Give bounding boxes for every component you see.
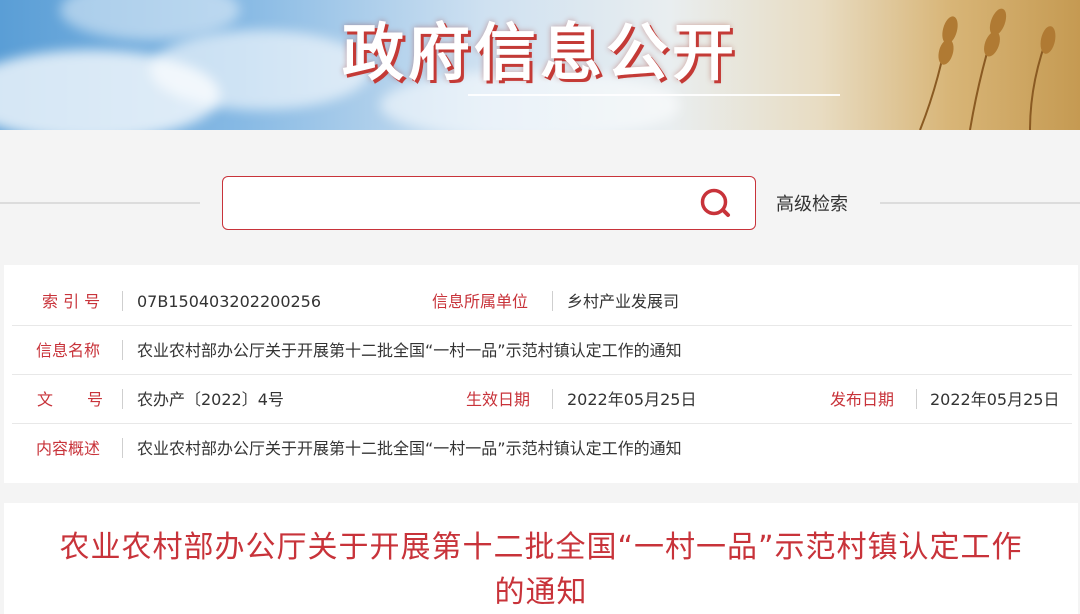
- search-icon[interactable]: [697, 186, 737, 222]
- summary-value: 农业农村部办公厅关于开展第十二批全国“一村一品”示范村镇认定工作的通知: [137, 439, 682, 458]
- docnum-label-part1: 文: [37, 390, 54, 409]
- divider: [916, 389, 917, 409]
- divider: [0, 202, 200, 204]
- divider: [122, 340, 123, 360]
- search-input[interactable]: [233, 185, 693, 221]
- divider: [552, 389, 553, 409]
- divider: [122, 291, 123, 311]
- publish-date-label: 发布日期: [830, 390, 895, 409]
- name-value: 农业农村部办公厅关于开展第十二批全国“一村一品”示范村镇认定工作的通知: [137, 341, 682, 360]
- meta-row-name: 信息名称 农业农村部办公厅关于开展第十二批全国“一村一品”示范村镇认定工作的通知: [12, 326, 1072, 375]
- divider: [880, 202, 1080, 204]
- info-metadata-table: 索 引 号 07B150403202200256 信息所属单位 乡村产业发展司 …: [4, 265, 1078, 483]
- docnum-value: 农办产〔2022〕4号: [137, 390, 284, 409]
- search-box: [222, 176, 756, 230]
- header-banner: 政府信息公开: [0, 0, 1080, 130]
- unit-value: 乡村产业发展司: [567, 292, 680, 311]
- banner-title: 政府信息公开: [341, 16, 738, 89]
- effective-date-value: 2022年05月25日: [567, 390, 697, 409]
- divider: [122, 438, 123, 458]
- meta-row-summary: 内容概述 农业农村部办公厅关于开展第十二批全国“一村一品”示范村镇认定工作的通知: [12, 424, 1072, 473]
- unit-label: 信息所属单位: [432, 292, 529, 311]
- divider: [552, 291, 553, 311]
- index-value: 07B150403202200256: [137, 292, 322, 311]
- effective-date-label: 生效日期: [466, 390, 531, 409]
- publish-date-value: 2022年05月25日: [930, 390, 1060, 409]
- search-bar: 高级检索: [0, 130, 1080, 265]
- docnum-label-part2: 号: [87, 390, 104, 409]
- name-label: 信息名称: [36, 341, 101, 360]
- meta-row-index: 索 引 号 07B150403202200256 信息所属单位 乡村产业发展司: [12, 277, 1072, 326]
- summary-label: 内容概述: [36, 439, 101, 458]
- article-panel: 农业农村部办公厅关于开展第十二批全国“一村一品”示范村镇认定工作的通知: [4, 503, 1078, 614]
- index-label: 索 引 号: [42, 292, 101, 311]
- article-title: 农业农村部办公厅关于开展第十二批全国“一村一品”示范村镇认定工作的通知: [59, 530, 1023, 610]
- advanced-search-link[interactable]: 高级检索: [776, 190, 848, 216]
- banner-underline: [468, 94, 840, 96]
- meta-row-docnum: 文 号 农办产〔2022〕4号 生效日期 2022年05月25日 发布日期 20…: [12, 375, 1072, 424]
- divider: [122, 389, 123, 409]
